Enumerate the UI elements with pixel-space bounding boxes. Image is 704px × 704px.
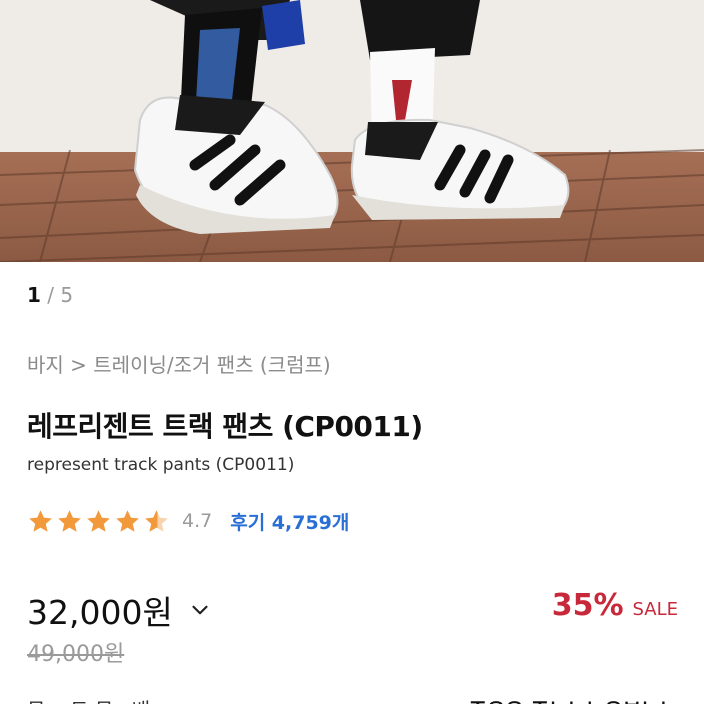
price-row: 32,000원 [27, 586, 213, 634]
image-counter-separator: / [40, 283, 61, 307]
star-icon [58, 509, 81, 532]
star-icon [87, 509, 110, 532]
current-price: 32,000원 [27, 593, 173, 632]
rating-value: 4.7 [182, 510, 213, 532]
promo-info-partial[interactable]: ᄌᄋᄋ ᄌᄂᄂᄂᄋᄇᄂᄂ [469, 694, 678, 704]
product-title: 레프리젠트 트랙 팬츠 (CP0011) [27, 410, 423, 443]
rating-row: 4.7 후기 4,759개 [27, 506, 349, 536]
discount-badge: 35% SALE [552, 588, 678, 623]
image-counter-current: 1 [27, 283, 41, 307]
product-subtitle: represent track pants (CP0011) [27, 455, 295, 475]
discount-rate: 35% [551, 588, 624, 623]
shipping-info-partial: 뮤 ㅅ트 뮤ㅁ배ㅅ [27, 694, 169, 704]
product-image-carousel[interactable] [0, 0, 704, 262]
sale-label: SALE [632, 599, 678, 620]
image-counter-total: 5 [60, 283, 74, 307]
star-icon [29, 509, 52, 532]
breadcrumb[interactable]: 바지 > 트레이닝/조거 팬츠 (크럼프) [27, 349, 331, 378]
original-price: 49,000원 [27, 642, 125, 667]
review-count-link[interactable]: 후기 4,759개 [230, 508, 349, 535]
image-counter: 1 / 5 [27, 283, 73, 307]
half-star-icon [145, 509, 168, 532]
product-photo [0, 0, 704, 262]
star-icon [116, 509, 139, 532]
chevron-down-icon[interactable] [187, 597, 213, 623]
star-rating [27, 508, 170, 535]
